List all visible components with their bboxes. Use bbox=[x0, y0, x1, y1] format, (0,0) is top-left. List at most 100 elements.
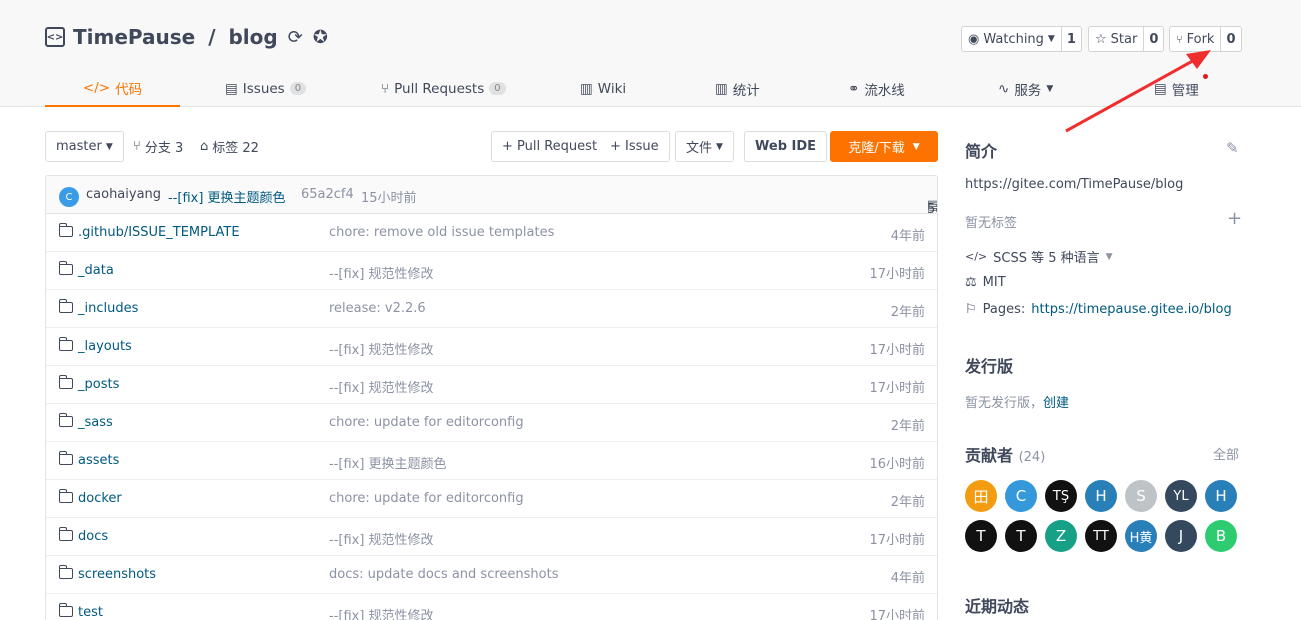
file-row[interactable]: _sass chore: update for editorconfig 2年前 bbox=[46, 404, 937, 442]
license-link[interactable]: ⚖ MIT bbox=[965, 275, 1006, 290]
avatar[interactable]: C bbox=[59, 187, 79, 207]
file-commit-message[interactable]: --[fix] 规范性修改 bbox=[329, 339, 434, 358]
folder-icon bbox=[58, 565, 73, 579]
file-name-link[interactable]: _layouts bbox=[78, 339, 132, 354]
file-commit-message[interactable]: chore: remove old issue templates bbox=[329, 225, 554, 240]
file-row[interactable]: _layouts --[fix] 规范性修改 17小时前 bbox=[46, 328, 937, 366]
file-commit-message[interactable]: --[fix] 规范性修改 bbox=[329, 377, 434, 396]
contributor-avatar[interactable]: TT bbox=[1085, 520, 1117, 552]
folder-icon bbox=[58, 337, 73, 351]
contributor-avatar[interactable]: Z bbox=[1045, 520, 1077, 552]
tab-stats[interactable]: ▥ 统计 bbox=[715, 70, 760, 107]
sync-icon[interactable]: ⟳ bbox=[288, 27, 303, 48]
add-tag-icon[interactable]: + bbox=[1227, 208, 1242, 229]
issues-count-badge: 0 bbox=[289, 82, 307, 95]
no-release-label: 暂无发行版， bbox=[965, 396, 1044, 411]
contributor-avatar[interactable]: S bbox=[1125, 480, 1157, 512]
tab-wiki[interactable]: ▥ Wiki bbox=[580, 70, 626, 107]
file-row[interactable]: _includes release: v2.2.6 2年前 bbox=[46, 290, 937, 328]
repo-icon: <> bbox=[45, 27, 65, 47]
edit-icon[interactable]: ✎ bbox=[1226, 139, 1239, 157]
file-commit-message[interactable]: --[fix] 规范性修改 bbox=[329, 605, 434, 620]
pages-url-link[interactable]: https://timepause.gitee.io/blog bbox=[1031, 302, 1231, 317]
file-commit-message[interactable]: --[fix] 规范性修改 bbox=[329, 263, 434, 282]
commit-author[interactable]: caohaiyang bbox=[86, 187, 161, 202]
tab-issues[interactable]: ▤ Issues 0 bbox=[225, 70, 307, 107]
file-commit-message[interactable]: release: v2.2.6 bbox=[329, 301, 426, 316]
branches-label: 分支 3 bbox=[144, 141, 184, 156]
file-commit-message[interactable]: --[fix] 更换主题颜色 bbox=[329, 453, 447, 472]
tags-link[interactable]: ⌂ 标签 22 bbox=[200, 137, 259, 156]
tab-code[interactable]: </> 代码 bbox=[45, 70, 180, 107]
notification-dot bbox=[1203, 74, 1208, 79]
all-contributors-link[interactable]: 全部 bbox=[1213, 444, 1239, 463]
contributor-avatar[interactable]: H bbox=[1085, 480, 1117, 512]
file-row[interactable]: screenshots docs: update docs and screens… bbox=[46, 556, 937, 594]
fork-count[interactable]: 0 bbox=[1221, 27, 1240, 51]
contributor-avatar[interactable]: T bbox=[965, 520, 997, 552]
file-name-link[interactable]: _includes bbox=[78, 301, 138, 316]
watch-count[interactable]: 1 bbox=[1062, 27, 1081, 51]
web-ide-button[interactable]: Web IDE bbox=[744, 131, 828, 162]
file-commit-time: 17小时前 bbox=[869, 267, 925, 282]
file-row[interactable]: .github/ISSUE_TEMPLATE chore: remove old … bbox=[46, 214, 937, 252]
gvp-badge-icon: ✪ bbox=[312, 26, 328, 48]
file-row[interactable]: docs --[fix] 规范性修改 17小时前 bbox=[46, 518, 937, 556]
contributor-avatar[interactable]: H黄 bbox=[1125, 520, 1157, 552]
contributor-avatar[interactable]: C bbox=[1005, 480, 1037, 512]
file-name-link[interactable]: test bbox=[78, 605, 103, 620]
file-name-link[interactable]: docker bbox=[78, 491, 122, 506]
repo-name-link[interactable]: blog bbox=[228, 25, 277, 49]
file-name-link[interactable]: docs bbox=[78, 529, 108, 544]
contributor-avatar[interactable]: B bbox=[1205, 520, 1237, 552]
file-commit-time: 2年前 bbox=[890, 495, 925, 510]
tab-services[interactable]: ∿ 服务 ▼ bbox=[998, 70, 1053, 107]
file-menu-button[interactable]: 文件 ▼ bbox=[675, 131, 734, 162]
clone-label: 克隆/下载 bbox=[848, 141, 905, 156]
no-tags-text: 暂无标签 bbox=[965, 212, 1017, 231]
contributor-avatar[interactable]: T bbox=[1005, 520, 1037, 552]
languages-dropdown[interactable]: </> SCSS 等 5 种语言 ▼ bbox=[965, 247, 1113, 266]
contributor-avatar[interactable]: H bbox=[1205, 480, 1237, 512]
contributor-avatar[interactable]: TŞ bbox=[1045, 480, 1077, 512]
watch-button[interactable]: ◉ Watching ▼ 1 bbox=[961, 26, 1082, 52]
file-row[interactable]: docker chore: update for editorconfig 2年前 bbox=[46, 480, 937, 518]
star-count[interactable]: 0 bbox=[1144, 27, 1163, 51]
fork-button[interactable]: ⑂ Fork 0 bbox=[1169, 26, 1242, 52]
file-row[interactable]: test --[fix] 规范性修改 17小时前 bbox=[46, 594, 937, 620]
branch-select[interactable]: master ▼ bbox=[45, 131, 124, 162]
new-issue-button[interactable]: + Issue bbox=[600, 131, 670, 162]
repo-header: <> TimePause / blog ⟳ ✪ ◉ Watching ▼ 1 ☆ St… bbox=[0, 0, 1301, 107]
file-name-link[interactable]: _data bbox=[78, 263, 114, 278]
create-release-link[interactable]: 创建 bbox=[1043, 392, 1069, 411]
pull-request-icon: ⑂ bbox=[381, 80, 390, 97]
contributors-count: (24) bbox=[1018, 450, 1046, 465]
file-name-link[interactable]: _sass bbox=[78, 415, 113, 430]
file-commit-message[interactable]: chore: update for editorconfig bbox=[329, 415, 524, 430]
repo-owner-link[interactable]: TimePause bbox=[73, 25, 195, 49]
folder-icon bbox=[58, 451, 73, 465]
tab-pull-requests[interactable]: ⑂ Pull Requests 0 bbox=[381, 70, 506, 107]
file-commit-message[interactable]: --[fix] 规范性修改 bbox=[329, 529, 434, 548]
tab-manage[interactable]: ▤ 管理 bbox=[1154, 70, 1199, 107]
file-name-link[interactable]: assets bbox=[78, 453, 119, 468]
commit-hash[interactable]: 65a2cf4 bbox=[301, 187, 354, 202]
file-row[interactable]: _posts --[fix] 规范性修改 17小时前 bbox=[46, 366, 937, 404]
contributor-avatar[interactable]: 田 bbox=[965, 480, 997, 512]
tab-pipeline[interactable]: ⚭ 流水线 bbox=[848, 70, 905, 107]
file-commit-message[interactable]: chore: update for editorconfig bbox=[329, 491, 524, 506]
contributor-avatar[interactable]: J bbox=[1165, 520, 1197, 552]
contributor-avatar[interactable]: YL bbox=[1165, 480, 1197, 512]
clone-download-button[interactable]: 克隆/下载 ▼ bbox=[830, 131, 938, 162]
new-pull-request-button[interactable]: + Pull Request bbox=[491, 131, 609, 162]
file-row[interactable]: assets --[fix] 更换主题颜色 16小时前 bbox=[46, 442, 937, 480]
branches-link[interactable]: ⑂ 分支 3 bbox=[133, 137, 183, 156]
file-name-link[interactable]: _posts bbox=[78, 377, 119, 392]
file-name-link[interactable]: .github/ISSUE_TEMPLATE bbox=[78, 225, 240, 240]
star-button[interactable]: ☆ Star 0 bbox=[1088, 26, 1165, 52]
file-commit-message[interactable]: docs: update docs and screenshots bbox=[329, 567, 558, 582]
file-list: C caohaiyang --[fix] 更换主题颜色 65a2cf4 15小时… bbox=[45, 175, 938, 620]
commit-message[interactable]: --[fix] 更换主题颜色 bbox=[168, 187, 286, 206]
file-name-link[interactable]: screenshots bbox=[78, 567, 156, 582]
file-row[interactable]: _data --[fix] 规范性修改 17小时前 bbox=[46, 252, 937, 290]
